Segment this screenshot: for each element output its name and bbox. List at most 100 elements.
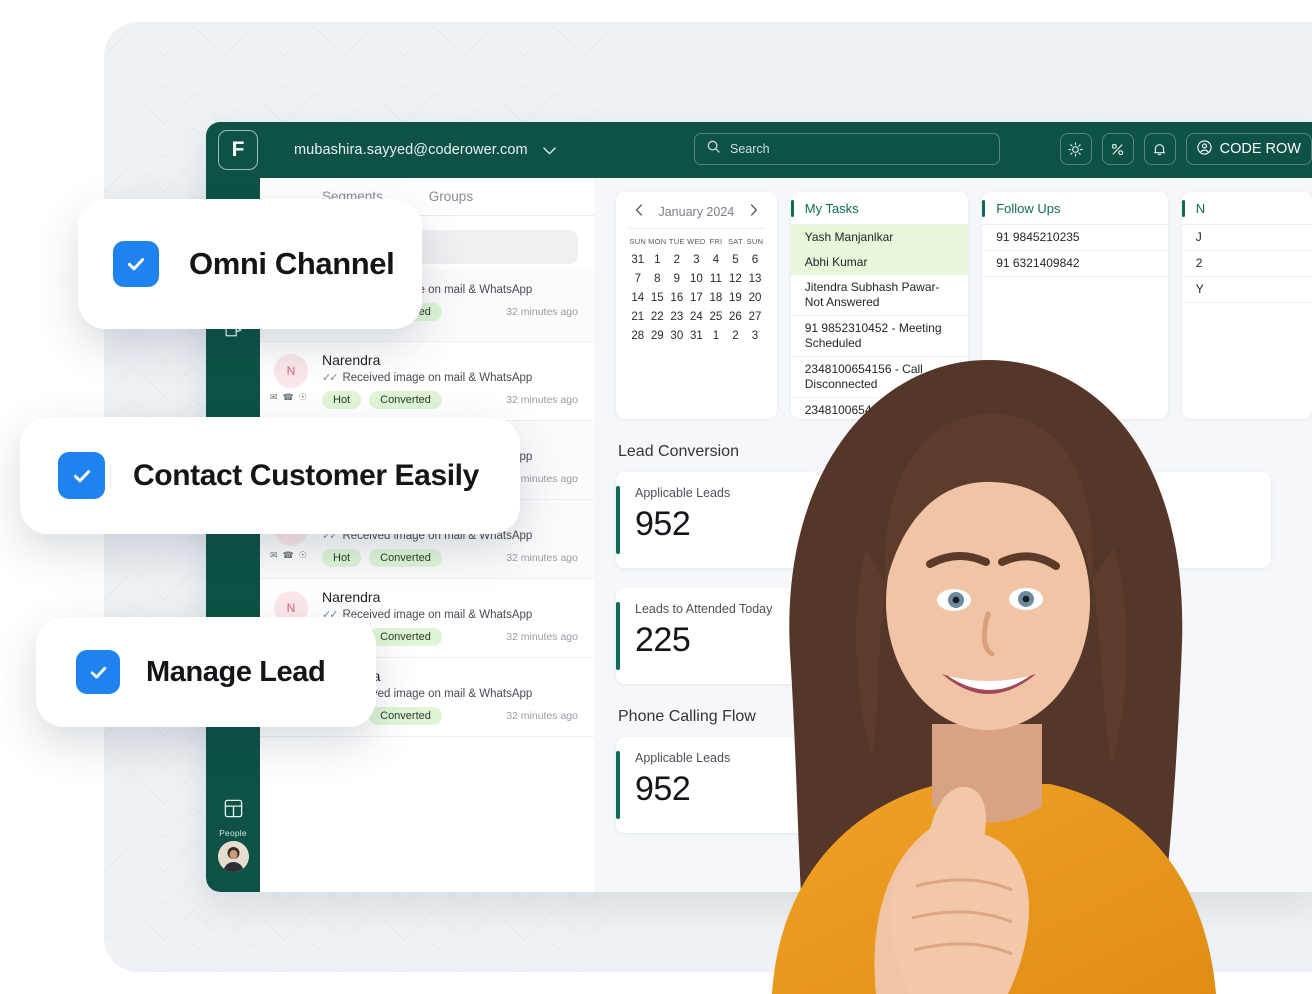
calendar-day[interactable]: 5 xyxy=(726,254,746,266)
user-account-label: CODE ROW xyxy=(1219,141,1301,157)
calendar-day[interactable]: 21 xyxy=(628,311,648,323)
search-input[interactable]: Search xyxy=(694,133,1000,165)
my-tasks-list: Yash Manjanlkar Abhi Kumar Jitendra Subhas… xyxy=(790,225,969,419)
stat-card[interactable]: Leads At 32 xyxy=(841,588,1046,684)
calendar-day[interactable]: 14 xyxy=(628,292,648,304)
third-panel-item[interactable]: J xyxy=(1181,225,1312,251)
calendar-day[interactable]: 31 xyxy=(628,254,648,266)
calendar-day[interactable]: 4 xyxy=(706,254,726,266)
calendar-day[interactable]: 29 xyxy=(648,330,668,342)
calendar-day[interactable]: 1 xyxy=(706,330,726,342)
calendar-day[interactable]: 2 xyxy=(667,254,687,266)
double-check-icon: ✓✓ xyxy=(322,372,339,384)
calendar-day[interactable]: 31 xyxy=(687,330,707,342)
whatsapp-icon[interactable]: ☉ xyxy=(299,550,307,561)
calendar-day[interactable]: 6 xyxy=(745,254,765,266)
stat-card[interactable]: Applicable Leads 952 xyxy=(616,737,821,833)
calendar-header: January 2024 xyxy=(628,202,765,229)
calendar-day[interactable]: 30 xyxy=(667,330,687,342)
list-item-time: 32 minutes ago xyxy=(506,710,578,722)
calendar-day[interactable]: 3 xyxy=(687,254,707,266)
screenshot-root: F mubashira.sayyed@coderower.com Search xyxy=(0,0,1312,994)
search-icon xyxy=(707,140,720,158)
calendar-day[interactable]: 8 xyxy=(648,273,668,285)
bell-icon[interactable] xyxy=(1143,133,1176,165)
phone-icon[interactable]: ☎ xyxy=(283,550,294,561)
chevron-left-icon[interactable] xyxy=(632,204,646,219)
sun-icon[interactable] xyxy=(1059,133,1092,165)
stat-card[interactable]: Leads In Flow 23 xyxy=(841,472,1046,568)
calendar-day[interactable]: 20 xyxy=(745,292,765,304)
calendar-day[interactable]: 12 xyxy=(726,273,746,285)
task-item[interactable]: 91 9852310452 - Meeting Scheduled xyxy=(790,316,969,357)
phone-calling-flow-cards: Applicable Leads 952 xyxy=(616,737,1312,833)
avatar: N xyxy=(274,354,308,388)
calendar-days-grid: 31 1 2 3 4 5 6 7 8 9 10 11 12 13 14 15 16 17 18 19 20 21 22 23 2… xyxy=(628,254,765,342)
calendar-day[interactable]: 2 xyxy=(726,330,746,342)
third-panel-item[interactable]: Y xyxy=(1181,277,1312,303)
calendar-day[interactable]: 15 xyxy=(648,292,668,304)
task-item[interactable]: 2348100654156 - Call Disconnected xyxy=(790,357,969,398)
calendar-day[interactable]: 24 xyxy=(687,311,707,323)
avatar[interactable] xyxy=(218,841,249,872)
calendar-day[interactable]: 17 xyxy=(687,292,707,304)
calendar-day[interactable]: 11 xyxy=(706,273,726,285)
list-item-footer: Hot Converted 32 minutes ago xyxy=(322,549,578,567)
list-item-time: 32 minutes ago xyxy=(506,552,578,564)
third-panel-list: J2Y xyxy=(1181,225,1312,303)
calendar-day[interactable]: 13 xyxy=(745,273,765,285)
top-panels-row: January 2024 SUN MON TUE WED FRI SAT SUN 31 1 2 3… xyxy=(616,192,1312,419)
stat-card-label: Leads In Flow xyxy=(860,486,938,500)
feature-label: Manage Lead xyxy=(146,655,326,688)
user-circle-icon xyxy=(1197,139,1212,159)
check-icon xyxy=(113,241,159,287)
account-chevron-down-icon[interactable] xyxy=(542,144,556,157)
follow-ups-header: Follow Ups xyxy=(982,192,1168,225)
stat-card[interactable]: Applicable Leads 952 xyxy=(616,472,821,568)
task-item[interactable]: Abhi Kumar xyxy=(790,250,969,275)
status-badge: Converted xyxy=(369,628,442,646)
stat-card[interactable]: Leads xyxy=(1066,472,1271,568)
app-logo[interactable]: F xyxy=(218,130,258,170)
follow-up-item[interactable]: 91 9845210235 xyxy=(982,225,1168,251)
whatsapp-icon[interactable]: ☉ xyxy=(299,392,307,403)
email-icon[interactable]: ✉ xyxy=(270,550,278,561)
calendar-day[interactable]: 1 xyxy=(648,254,668,266)
calendar-day[interactable]: 7 xyxy=(628,273,648,285)
calendar-day[interactable]: 26 xyxy=(726,311,746,323)
tab-groups[interactable]: Groups xyxy=(429,189,473,204)
calendar-day[interactable]: 19 xyxy=(726,292,746,304)
calendar-day[interactable]: 3 xyxy=(745,330,765,342)
list-item[interactable]: N ✉ ☎ ☉ Narendra ✓✓Received image on mail & W… xyxy=(260,342,594,421)
task-item[interactable]: 2348100654156 - Call Disconnected xyxy=(791,398,968,419)
calendar-day[interactable]: 22 xyxy=(648,311,668,323)
third-panel-title: N xyxy=(1195,200,1206,216)
calendar-day[interactable]: 25 xyxy=(706,311,726,323)
calendar-day[interactable]: 27 xyxy=(745,311,765,323)
list-item-time: 32 minutes ago xyxy=(506,306,578,318)
calendar-day[interactable]: 23 xyxy=(667,311,687,323)
phone-icon[interactable]: ☎ xyxy=(283,392,294,403)
task-item[interactable]: Yash Manjanlkar xyxy=(790,225,969,250)
stat-card-value: 32 xyxy=(860,621,897,659)
feature-card-contact-customer-easily[interactable]: Contact Customer Easily xyxy=(20,417,520,534)
account-email[interactable]: mubashira.sayyed@coderower.com xyxy=(294,142,528,158)
calendar-day[interactable]: 28 xyxy=(628,330,648,342)
percent-icon[interactable] xyxy=(1101,133,1134,165)
calendar-day[interactable]: 10 xyxy=(687,273,707,285)
follow-up-item[interactable]: 91 6321409842 xyxy=(982,251,1168,277)
calendar-day[interactable]: 9 xyxy=(667,273,687,285)
phone-calling-flow-title: Phone Calling Flow xyxy=(618,708,756,725)
feature-card-manage-lead[interactable]: Manage Lead xyxy=(36,617,376,727)
third-panel-item[interactable]: 2 xyxy=(1181,251,1312,277)
feature-card-omni-channel[interactable]: Omni Channel xyxy=(78,199,422,329)
email-icon[interactable]: ✉ xyxy=(270,392,278,403)
task-item[interactable]: Jitendra Subhash Pawar- Not Answered xyxy=(790,275,969,316)
stat-card[interactable]: Leads to Attended Today 225 xyxy=(616,588,821,684)
sidebar-item-people[interactable]: People xyxy=(206,798,260,838)
calendar-day[interactable]: 18 xyxy=(706,292,726,304)
chevron-right-icon[interactable] xyxy=(747,204,761,219)
calendar-day[interactable]: 16 xyxy=(667,292,687,304)
calendar-widget: January 2024 SUN MON TUE WED FRI SAT SUN 31 1 2 3… xyxy=(616,192,777,419)
user-account-button[interactable]: CODE ROW xyxy=(1185,133,1312,165)
